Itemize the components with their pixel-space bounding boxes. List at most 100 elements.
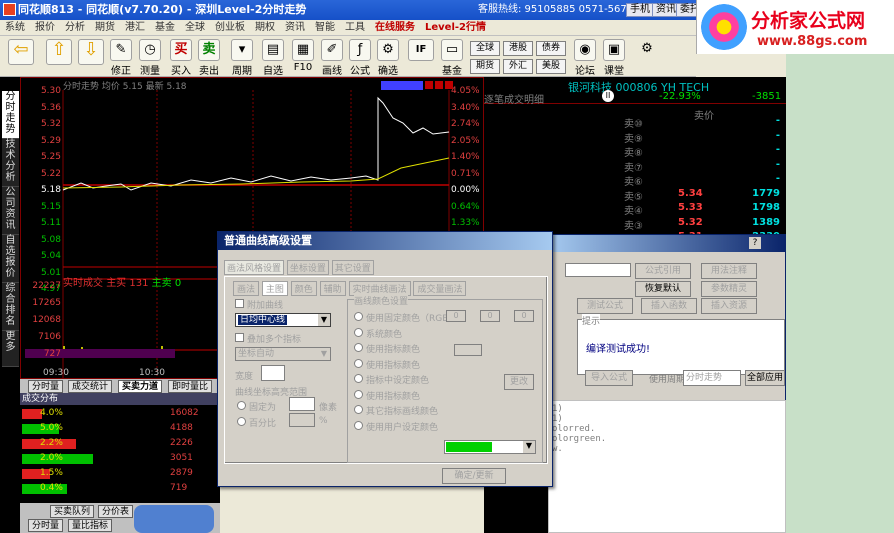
menu-system[interactable]: 系统 (0, 20, 30, 36)
tab-more[interactable]: 更多 (2, 331, 19, 367)
apply-all-button[interactable]: 全部应用 (745, 370, 785, 386)
buy-button[interactable]: 买买入 (168, 39, 194, 77)
futures-button[interactable]: 期货 (470, 59, 500, 74)
color-option-radio[interactable] (354, 358, 363, 368)
us-stock-button[interactable]: 美股 (536, 59, 566, 74)
chart-plus-icon[interactable] (425, 81, 433, 89)
ok-update-button[interactable]: 确定/更新 (442, 468, 506, 484)
class-button[interactable]: ▣ 课堂 (601, 39, 627, 77)
coord-select[interactable]: 坐标自动 ▼ (235, 347, 331, 361)
ime-toolbar-icon[interactable] (134, 505, 214, 533)
percent-radio[interactable] (237, 417, 246, 426)
hk-button[interactable]: 港股 (503, 41, 533, 56)
curve-type-select[interactable]: 日均中心线 ▼ (235, 313, 331, 327)
forex-button[interactable]: 外汇 (503, 59, 533, 74)
color-option-radio[interactable] (354, 420, 363, 430)
color-option-radio[interactable] (354, 405, 363, 414)
tab-trade-stats[interactable]: 成交统计 (68, 380, 113, 393)
insert-function-button[interactable]: 插入函数 (641, 298, 697, 314)
tab-coordinate[interactable]: 坐标设置 (286, 260, 329, 275)
rgb-b-input[interactable]: 0 (514, 310, 534, 322)
menu-options[interactable]: 期权 (250, 20, 280, 36)
insert-resource-button[interactable]: 插入资源 (701, 298, 757, 314)
percent-input[interactable] (289, 413, 315, 427)
color-option-radio[interactable] (354, 374, 363, 383)
f10-button[interactable]: ▦ F10 (290, 39, 316, 73)
formula-button[interactable]: ƒ 公式 (347, 39, 373, 77)
test-formula-button[interactable]: 测试公式 (577, 298, 633, 314)
if-button[interactable]: IF (406, 39, 436, 62)
color-swatch[interactable]: ▼ (444, 440, 536, 454)
overlay-checkbox[interactable] (235, 333, 244, 342)
pause-icon[interactable]: II (602, 90, 614, 102)
subtab-aux[interactable]: 辅助 (319, 281, 346, 296)
usage-note-button[interactable]: 用法注释 (701, 263, 757, 279)
draw-button[interactable]: ✐ 画线 (319, 39, 345, 77)
tab-draw-style[interactable]: 画法风格设置 (224, 260, 285, 275)
tab-price-table[interactable]: 分价表 (98, 505, 134, 518)
tab-intraday[interactable]: 分时走势 (2, 91, 19, 139)
tab-technical[interactable]: 技术分析 (2, 139, 19, 187)
formula-name-input[interactable] (565, 263, 631, 277)
chart-close-icon[interactable] (445, 81, 453, 89)
menu-tools[interactable]: 工具 (340, 20, 370, 36)
tab-queue[interactable]: 买卖队列 (50, 505, 95, 518)
menu-smart[interactable]: 智能 (310, 20, 340, 36)
width-input[interactable] (261, 365, 285, 381)
period-select[interactable]: 分时走势 (683, 370, 741, 386)
sell-button[interactable]: 卖卖出 (196, 39, 222, 77)
global-button[interactable]: 全球 (470, 41, 500, 56)
watchlist-button[interactable]: ▤ 自选 (260, 39, 286, 77)
color-option-radio[interactable] (354, 389, 363, 399)
chart-zoom-box[interactable] (381, 81, 423, 90)
period-button[interactable]: ▾ 周期 (229, 39, 255, 77)
add-curve-checkbox[interactable] (235, 299, 244, 308)
rgb-r-input[interactable]: 0 (446, 310, 466, 322)
measure-button[interactable]: ◷ 测量 (137, 39, 163, 77)
menu-fund[interactable]: 基金 (150, 20, 180, 36)
fixed-px-input[interactable] (289, 397, 315, 411)
down-button[interactable]: ⇩ (76, 39, 106, 66)
color-option-radio[interactable] (354, 312, 363, 321)
correct-button[interactable]: ✎ 修正 (108, 39, 134, 77)
menu-info[interactable]: 资讯 (280, 20, 310, 36)
help-icon[interactable]: ? (749, 237, 761, 249)
menu-online-service[interactable]: 在线服务 (370, 20, 420, 36)
subtab-draw[interactable]: 画法 (233, 281, 260, 296)
change-button[interactable]: 更改 (504, 374, 534, 390)
tab-volume-ratio-2[interactable]: 量比指标 (68, 519, 113, 532)
up-button[interactable]: ⇧ (44, 39, 74, 66)
fund-button[interactable]: ▭ 基金 (437, 39, 467, 77)
menu-quote[interactable]: 报价 (30, 20, 60, 36)
settings-button[interactable]: ⚙ (634, 39, 660, 62)
menu-hk[interactable]: 港汇 (120, 20, 150, 36)
import-formula-button[interactable]: 导入公式 (585, 370, 633, 386)
color-value-input[interactable] (454, 344, 482, 356)
tab-ranking[interactable]: 综合排名 (2, 283, 19, 331)
rgb-g-input[interactable]: 0 (480, 310, 500, 322)
menu-futures[interactable]: 期货 (90, 20, 120, 36)
tab-volume[interactable]: 分时量 (28, 380, 64, 393)
tab-volume-ratio[interactable]: 即时量比 (168, 380, 213, 393)
color-option-radio[interactable] (354, 343, 363, 352)
formula-ref-button[interactable]: 公式引用 (635, 263, 691, 279)
screen-button[interactable]: ⚙ 确选 (375, 39, 401, 77)
chart-minus-icon[interactable] (435, 81, 443, 89)
param-wizard-button[interactable]: 参数精灵 (701, 281, 757, 297)
phone-button[interactable]: 手机 (626, 3, 654, 17)
subtab-volume[interactable]: 成交量画法 (413, 281, 467, 296)
fixed-radio[interactable] (237, 401, 246, 410)
tab-company[interactable]: 公司资讯 (2, 187, 19, 235)
tab-other[interactable]: 其它设置 (331, 260, 374, 275)
subtab-main[interactable]: 主图 (261, 281, 288, 296)
back-button[interactable]: ⇦ (6, 39, 36, 66)
subtab-color[interactable]: 颜色 (290, 281, 317, 296)
forum-button[interactable]: ◉ 论坛 (572, 39, 598, 77)
restore-default-button[interactable]: 恢复默认 (635, 281, 691, 297)
tab-volume-2[interactable]: 分时量 (28, 519, 64, 532)
menu-analysis[interactable]: 分析 (60, 20, 90, 36)
color-option-radio[interactable] (354, 327, 363, 337)
menu-level2[interactable]: Level-2行情 (420, 20, 491, 36)
tab-buy-sell-force[interactable]: 买卖力道 (118, 380, 163, 393)
bond-button[interactable]: 债券 (536, 41, 566, 56)
